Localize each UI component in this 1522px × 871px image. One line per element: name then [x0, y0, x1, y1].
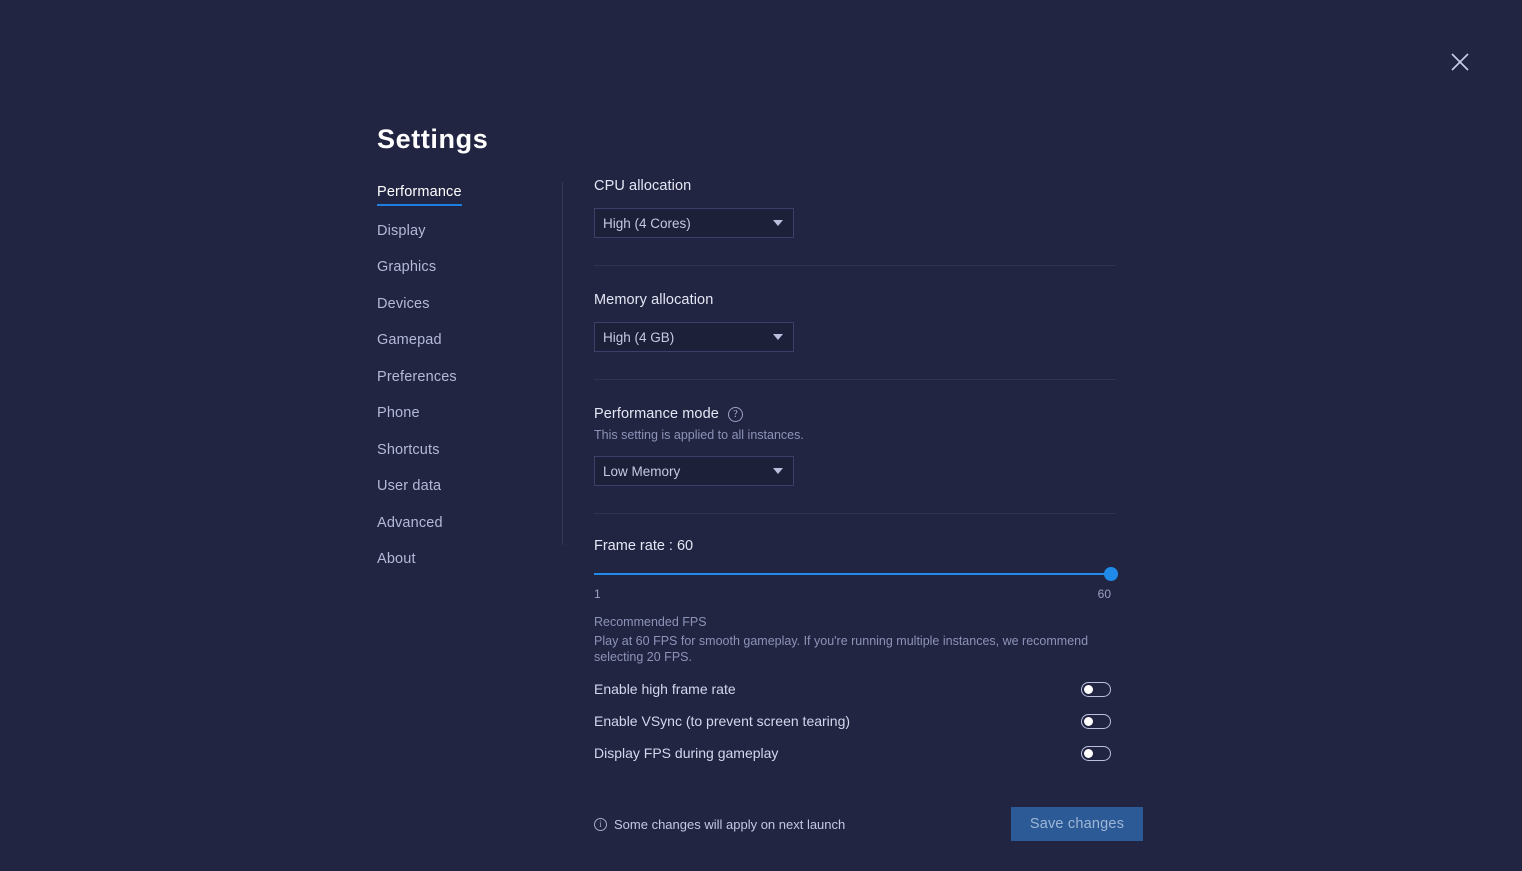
toggle-row-vsync: Enable VSync (to prevent screen tearing): [594, 713, 1111, 729]
slider-fill: [594, 573, 1111, 575]
sidebar-item-advanced[interactable]: Advanced: [377, 515, 443, 535]
memory-allocation-value: High (4 GB): [603, 329, 675, 345]
settings-sidebar: Performance Display Graphics Devices Gam…: [377, 184, 547, 588]
performance-mode-value: Low Memory: [603, 463, 681, 479]
footer-note-text: Some changes will apply on next launch: [614, 816, 846, 832]
toggle-knob: [1084, 684, 1093, 694]
toggle-row-display-fps: Display FPS during gameplay: [594, 745, 1111, 761]
cpu-allocation-select[interactable]: High (4 Cores): [594, 208, 794, 238]
toggle-knob: [1084, 748, 1093, 758]
toggle-knob: [1084, 716, 1093, 726]
memory-allocation-label: Memory allocation: [594, 292, 714, 308]
slider-thumb[interactable]: [1104, 567, 1118, 581]
settings-content: CPU allocation High (4 Cores) Memory all…: [594, 178, 1143, 841]
slider-max-label: 60: [1097, 587, 1111, 601]
footer-note: i Some changes will apply on next launch: [594, 817, 845, 832]
memory-allocation-select[interactable]: High (4 GB): [594, 322, 794, 352]
toggle-high-frame-rate[interactable]: [1081, 681, 1111, 697]
performance-mode-section: Performance mode ? This setting is appli…: [594, 380, 1116, 486]
toggle-row-high-frame-rate: Enable high frame rate: [594, 681, 1111, 697]
slider-min-label: 1: [594, 587, 601, 601]
sidebar-item-shortcuts[interactable]: Shortcuts: [377, 442, 440, 462]
sidebar-item-gamepad[interactable]: Gamepad: [377, 332, 442, 352]
performance-mode-note: This setting is applied to all instances…: [594, 428, 804, 442]
recommended-fps-title: Recommended FPS: [594, 615, 707, 629]
info-icon: i: [594, 817, 607, 831]
sidebar-content-divider: [562, 182, 563, 545]
sidebar-item-preferences[interactable]: Preferences: [377, 369, 457, 389]
frame-rate-label: Frame rate : 60: [594, 538, 694, 554]
chevron-down-icon: [773, 220, 783, 226]
frame-rate-section: Frame rate : 60 1 60 Recommended FPS Pla…: [594, 514, 1118, 665]
close-icon[interactable]: [1445, 47, 1475, 77]
frame-rate-slider[interactable]: [594, 567, 1118, 581]
sidebar-item-performance[interactable]: Performance: [377, 184, 462, 206]
save-changes-button[interactable]: Save changes: [1011, 807, 1143, 841]
sidebar-item-display[interactable]: Display: [377, 223, 426, 243]
question-mark-icon[interactable]: ?: [727, 406, 743, 422]
memory-allocation-section: Memory allocation High (4 GB): [594, 266, 1116, 352]
cpu-allocation-section: CPU allocation High (4 Cores): [594, 178, 1116, 238]
dialog-footer: i Some changes will apply on next launch…: [594, 807, 1143, 841]
toggle-label: Enable high frame rate: [594, 681, 736, 697]
chevron-down-icon: [773, 334, 783, 340]
toggle-label: Enable VSync (to prevent screen tearing): [594, 713, 851, 729]
performance-mode-label: Performance mode: [594, 406, 719, 422]
sidebar-item-about[interactable]: About: [377, 551, 416, 571]
sidebar-item-user-data[interactable]: User data: [377, 478, 441, 498]
sidebar-item-phone[interactable]: Phone: [377, 405, 420, 425]
settings-dialog: Settings Performance Display Graphics De…: [0, 0, 1522, 871]
toggle-display-fps[interactable]: [1081, 745, 1111, 761]
performance-mode-select[interactable]: Low Memory: [594, 456, 794, 486]
sidebar-item-devices[interactable]: Devices: [377, 296, 430, 316]
cpu-allocation-value: High (4 Cores): [603, 215, 691, 231]
chevron-down-icon: [773, 468, 783, 474]
sidebar-item-graphics[interactable]: Graphics: [377, 259, 436, 279]
toggle-label: Display FPS during gameplay: [594, 745, 779, 761]
cpu-allocation-label: CPU allocation: [594, 178, 692, 194]
page-title: Settings: [377, 124, 489, 154]
recommended-fps-body: Play at 60 FPS for smooth gameplay. If y…: [594, 634, 1089, 664]
toggle-vsync[interactable]: [1081, 713, 1111, 729]
slider-scale: 1 60: [594, 587, 1111, 602]
